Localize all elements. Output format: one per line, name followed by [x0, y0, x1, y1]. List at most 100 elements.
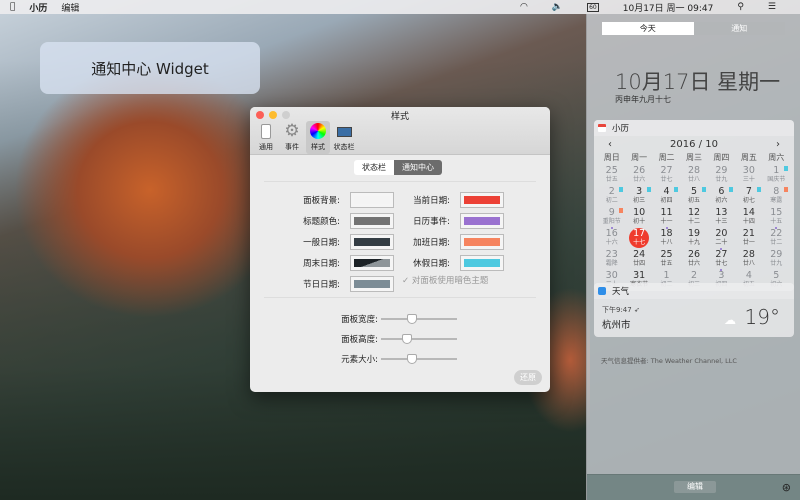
weather-item[interactable]: 下午9:47 ➶ 杭州市 ☁ 19°	[594, 299, 794, 337]
color-well[interactable]	[460, 234, 504, 250]
calendar-day[interactable]: 21 廿一	[735, 228, 762, 249]
toolbar-label: 事件	[285, 143, 299, 151]
calendar-day[interactable]: 20 二十	[708, 228, 735, 250]
toolbar-gear-tab[interactable]: ⚙ 事件	[280, 121, 304, 154]
menu-app[interactable]: 小历	[29, 1, 47, 14]
apple-menu-icon[interactable]: 	[10, 2, 15, 12]
color-well[interactable]	[460, 192, 504, 208]
edit-button[interactable]: 编辑	[674, 481, 716, 493]
calendar-day[interactable]: 13 十三	[708, 207, 735, 228]
size-slider[interactable]	[381, 353, 457, 365]
app-store-icon[interactable]: ⊛	[782, 481, 791, 494]
calendar-day[interactable]: 15 十五	[763, 207, 790, 229]
color-row: 一般日期:	[250, 234, 394, 250]
calendar-day[interactable]: 22 廿二	[763, 228, 790, 249]
title-bar: 样式 通用 ⚙ 事件 样式 状态栏	[250, 107, 550, 155]
calendar-day[interactable]: 28 廿八	[735, 249, 762, 270]
wifi-icon[interactable]: ◠	[520, 2, 528, 12]
lunar-day: 重阳节	[602, 217, 621, 225]
calendar-status-icon[interactable]: 60	[587, 2, 599, 12]
calendar-day[interactable]: 9 重阳节	[598, 207, 625, 229]
calendar-day[interactable]: 27 廿七	[653, 165, 680, 186]
calendar-day[interactable]: 5 初五	[680, 186, 707, 207]
color-well[interactable]	[350, 192, 394, 208]
tab-notifications[interactable]: 通知	[693, 22, 785, 35]
day-number: 14	[742, 207, 755, 218]
toolbar-laptop-tab[interactable]: 状态栏	[332, 121, 356, 154]
calendar-day[interactable]: 3 初三	[625, 186, 652, 207]
dark-theme-checkbox[interactable]: ✓ 对面板使用暗色主题	[402, 274, 488, 286]
calendar-day[interactable]: 19 十九	[680, 228, 707, 249]
calendar-day[interactable]: 25 廿五	[598, 165, 625, 186]
calendar-day[interactable]: 28 廿八	[680, 165, 707, 186]
day-number: 22	[770, 228, 783, 239]
calendar-day[interactable]: 25 廿五	[653, 249, 680, 270]
toolbar-color-wheel-tab[interactable]: 样式	[306, 121, 330, 154]
color-well[interactable]	[350, 213, 394, 229]
day-number: 28	[742, 249, 755, 260]
segment-0[interactable]: 状态栏	[354, 160, 394, 175]
laptop-icon	[336, 123, 353, 140]
calendar-day[interactable]: 26 廿六	[625, 165, 652, 186]
calendar-day[interactable]: 29 廿九	[708, 165, 735, 186]
calendar-day[interactable]: 24 廿四	[625, 249, 652, 270]
day-number: 11	[660, 207, 673, 218]
calendar-day[interactable]: 18 十八	[653, 228, 680, 249]
calendar-day[interactable]: 23 霜降	[598, 249, 625, 270]
slider-thumb[interactable]	[402, 334, 413, 344]
notification-center-icon[interactable]: ☰	[768, 2, 776, 12]
calendar-day[interactable]: 4 初四	[653, 186, 680, 207]
calendar-day[interactable]: 7 初七	[735, 186, 762, 207]
segment-1[interactable]: 通知中心	[394, 160, 442, 175]
color-label: 一般日期:	[303, 238, 340, 248]
calendar-day-today[interactable]: 17 十七	[625, 228, 652, 249]
day-number: 30	[742, 165, 755, 176]
day-number: 31	[633, 270, 646, 281]
size-slider[interactable]	[381, 333, 457, 345]
color-well[interactable]	[460, 255, 504, 271]
calendar-day[interactable]: 27 廿七	[708, 249, 735, 271]
color-well[interactable]	[350, 276, 394, 292]
style-preferences-window: 样式 通用 ⚙ 事件 样式 状态栏 状态栏 通知中心 面板背景: 标题颜色: 一般日期: 周末日…	[250, 107, 550, 392]
slider-thumb[interactable]	[407, 354, 418, 364]
restore-button[interactable]: 还原	[514, 370, 542, 385]
size-slider[interactable]	[381, 313, 457, 325]
lunar-day: 二十	[715, 238, 728, 246]
search-icon[interactable]: ⚲	[737, 2, 744, 12]
volume-icon[interactable]: 🔈	[552, 2, 563, 12]
menu-edit[interactable]: 编辑	[61, 1, 79, 14]
color-well[interactable]	[350, 255, 394, 271]
slider-thumb[interactable]	[407, 314, 418, 324]
holiday-flag-icon	[619, 208, 624, 213]
color-well[interactable]	[350, 234, 394, 250]
calendar-day[interactable]: 14 十四	[735, 207, 762, 228]
prev-month-button[interactable]: ‹	[608, 139, 612, 150]
calendar-day[interactable]: 2 初二	[598, 186, 625, 207]
calendar-day[interactable]: 26 廿六	[680, 249, 707, 270]
lunar-day: 廿一	[742, 238, 755, 246]
calendar-day[interactable]: 29 廿九	[763, 249, 790, 270]
toolbar-phone-tab[interactable]: 通用	[254, 121, 278, 154]
calendar-day[interactable]: 1 国庆节	[763, 165, 790, 186]
today-date: 10月17日 星期一	[615, 70, 781, 94]
month-title: 2016 / 10	[670, 139, 718, 150]
lunar-day: 廿六	[633, 175, 646, 183]
menubar-clock[interactable]: 10月17日 周一 09:47	[623, 1, 714, 14]
color-row: 面板背景:	[250, 192, 394, 208]
calendar-day[interactable]: 6 初六	[708, 186, 735, 207]
color-row: 周末日期:	[250, 255, 394, 271]
calendar-day[interactable]: 12 十二	[680, 207, 707, 228]
lunar-day: 寒露	[770, 196, 783, 204]
weather-app-icon	[598, 287, 606, 295]
calendar-day[interactable]: 30三十	[735, 165, 762, 186]
next-month-button[interactable]: ›	[776, 139, 780, 150]
calendar-day[interactable]: 16 十六	[598, 228, 625, 249]
day-number: 16	[605, 228, 618, 239]
color-well[interactable]	[460, 213, 504, 229]
color-label: 标题颜色:	[303, 217, 340, 227]
tab-today[interactable]: 今天	[602, 22, 694, 35]
holiday-flag-icon	[674, 187, 679, 192]
calendar-day[interactable]: 11 十一	[653, 207, 680, 229]
calendar-day[interactable]: 10 初十	[625, 207, 652, 228]
calendar-day[interactable]: 8 寒露	[763, 186, 790, 207]
